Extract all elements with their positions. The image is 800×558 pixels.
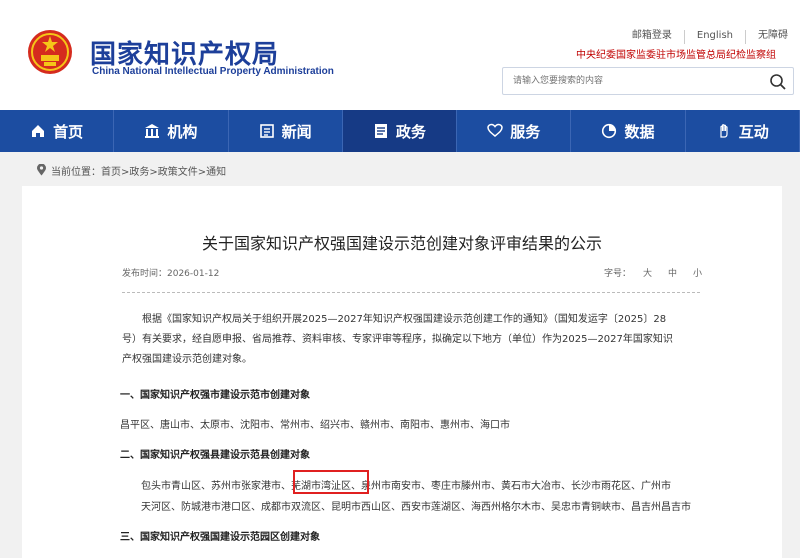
font-size-label: 字号： (604, 269, 632, 279)
site-logo-subtitle: China National Intellectual Property Adm… (92, 66, 334, 77)
nav-label: 政务 (395, 122, 426, 141)
search-box (502, 67, 794, 95)
nav-affairs[interactable]: 政务 (342, 110, 458, 152)
nav-home[interactable]: 首页 (0, 110, 115, 152)
building-icon (145, 124, 160, 138)
article-intro: 根据《国家知识产权局关于组织开展2025—2027年知识产权强国建设示范创建工作… (122, 310, 700, 370)
hand-icon (720, 124, 728, 138)
font-size-small[interactable]: 小 (693, 266, 702, 279)
location-pin-icon (37, 164, 46, 176)
home-icon (32, 125, 45, 137)
nav-institutions[interactable]: 机构 (114, 110, 229, 152)
article-title: 关于国家知识产权强国建设示范创建对象评审结果的公示 (201, 234, 602, 253)
nav-label: 服务 (510, 122, 541, 141)
nav-news[interactable]: 新闻 (229, 110, 343, 152)
accessibility-link[interactable]: 无障碍 (745, 30, 800, 44)
site-header: 国家知识产权局 China National Intellectual Prop… (0, 0, 800, 110)
news-icon (259, 124, 274, 138)
intro-line: 产权强国建设示范创建对象。 (122, 354, 252, 365)
divider (122, 292, 700, 293)
intro-line: 根据《国家知识产权局关于组织开展2025—2027年知识产权强国建设示范创建工作… (142, 314, 667, 325)
section-heading: 一、国家知识产权强市建设示范市创建对象 (120, 390, 310, 401)
nav-interaction[interactable]: 互动 (686, 110, 800, 152)
highlight-box (293, 470, 369, 494)
nav-label: 首页 (53, 122, 84, 141)
nav-data[interactable]: 数据 (571, 110, 686, 152)
font-size-switcher: 字号： 大 中 小 (604, 266, 718, 279)
heart-hands-icon (487, 123, 503, 137)
main-nav: 首页 机构 新闻 政务 服务 数据 互动 (0, 110, 800, 152)
intro-line: 号）有关要求，经自愿申报、省局推荐、资料审核、专家评审等程序，拟确定以下地方（单… (122, 334, 673, 345)
national-emblem-icon[interactable] (26, 28, 74, 76)
nav-label: 新闻 (281, 122, 312, 141)
top-links: 邮箱登录 English 无障碍 (620, 30, 800, 44)
city-list: 包头市青山区、苏州市张家港市、芜湖市湾沚区、泉州市南安市、枣庄市滕州市、黄石市大… (141, 481, 671, 492)
publish-date: 发布时间：2026-01-12 (122, 269, 220, 279)
affairs-icon (374, 124, 387, 138)
nav-label: 互动 (738, 122, 769, 141)
city-list: 昌平区、唐山市、太原市、沈阳市、常州市、绍兴市、赣州市、南阳市、惠州市、海口市 (120, 420, 510, 431)
nav-services[interactable]: 服务 (457, 110, 572, 152)
nav-label: 机构 (167, 122, 198, 141)
city-list: 天河区、防城港市港口区、成都市双流区、昆明市西山区、西安市莲湖区、海西州格尔木市… (141, 502, 691, 513)
mail-login-link[interactable]: 邮箱登录 (620, 30, 684, 44)
font-size-large[interactable]: 大 (643, 266, 652, 279)
nav-label: 数据 (624, 122, 655, 141)
search-input[interactable] (503, 68, 765, 94)
search-icon[interactable] (769, 73, 787, 91)
font-size-medium[interactable]: 中 (668, 266, 677, 279)
breadcrumb-text[interactable]: 当前位置：首页>政务>政策文件>通知 (51, 163, 226, 178)
discipline-link[interactable]: 中央纪委国家监委驻市场监管总局纪检监察组 (576, 46, 776, 61)
english-link[interactable]: English (683, 30, 745, 44)
breadcrumb: 当前位置：首页>政务>政策文件>通知 (36, 163, 226, 178)
section-heading: 三、国家知识产权强国建设示范园区创建对象 (120, 532, 320, 543)
pie-chart-icon (602, 123, 617, 139)
section-heading: 二、国家知识产权强县建设示范县创建对象 (120, 450, 310, 461)
